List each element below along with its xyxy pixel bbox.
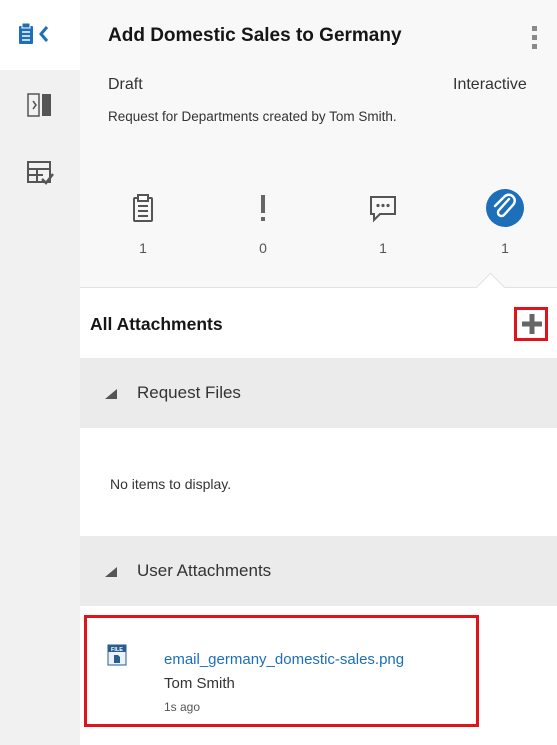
paperclip-icon <box>475 188 535 228</box>
add-attachment-button[interactable] <box>514 307 548 341</box>
request-files-list: No items to display. <box>80 428 557 536</box>
request-title: Add Domestic Sales to Germany <box>108 25 402 46</box>
plus-icon <box>522 314 542 334</box>
section-user-attachments[interactable]: User Attachments <box>80 536 557 606</box>
tab-count: 1 <box>379 240 387 256</box>
tab-details[interactable]: 1 <box>113 188 173 256</box>
exclamation-icon <box>233 188 293 228</box>
clipboard-collapse-icon[interactable] <box>14 20 54 48</box>
form-check-icon[interactable] <box>22 156 58 190</box>
more-options-icon[interactable] <box>527 24 541 54</box>
request-mode: Interactive <box>453 76 527 93</box>
collapse-triangle-icon <box>105 389 117 399</box>
attachment-owner: Tom Smith <box>164 675 235 692</box>
tab-count: 0 <box>259 240 267 256</box>
section-label: Request Files <box>137 383 241 402</box>
comment-icon <box>353 188 413 228</box>
empty-message: No items to display. <box>110 476 232 492</box>
clipboard-icon <box>113 188 173 228</box>
split-panel-icon[interactable] <box>22 88 58 122</box>
svg-text:FILE: FILE <box>111 647 123 653</box>
section-request-files[interactable]: Request Files <box>80 358 557 428</box>
left-rail <box>0 0 80 745</box>
tab-comments[interactable]: 1 <box>353 188 413 256</box>
attachments-title: All Attachments <box>90 314 223 334</box>
tab-count: 1 <box>139 240 147 256</box>
attachment-link[interactable]: email_germany_domestic-sales.png <box>164 651 404 668</box>
request-panel: Add Domestic Sales to Germany Draft Inte… <box>80 0 557 745</box>
tab-attachments[interactable]: 1 <box>475 188 535 256</box>
attachment-timestamp: 1s ago <box>164 700 201 714</box>
tab-issues[interactable]: 0 <box>233 188 293 256</box>
section-label: User Attachments <box>137 561 272 580</box>
file-icon: FILE <box>107 644 127 666</box>
attachment-item[interactable]: FILE email_germany_domestic-sales.png To… <box>84 615 479 727</box>
request-description: Request for Departments created by Tom S… <box>108 109 397 124</box>
user-attachments-list: FILE email_germany_domestic-sales.png To… <box>80 606 557 745</box>
tab-count: 1 <box>501 240 509 256</box>
collapse-triangle-icon <box>105 567 117 577</box>
request-status: Draft <box>108 76 143 93</box>
